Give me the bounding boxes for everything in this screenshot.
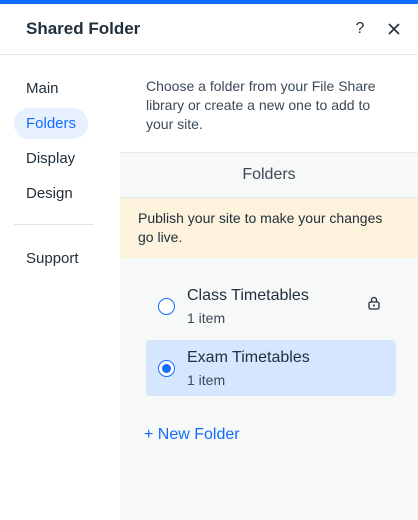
folder-name: Class Timetables (187, 286, 309, 304)
lock-icon (368, 296, 380, 310)
folder-item-exam-timetables[interactable]: Exam Timetables 1 item (146, 340, 396, 396)
panel-title: Shared Folder (26, 19, 141, 38)
intro-text: Choose a folder from your File Share lib… (120, 59, 418, 153)
new-folder-button[interactable]: + New Folder (144, 426, 240, 444)
close-icon (388, 23, 400, 35)
folders-content: Choose a folder from your File Share lib… (120, 59, 418, 520)
sidebar-nav: Main Folders Display Design Support (0, 59, 120, 520)
sidebar-item-support[interactable]: Support (14, 243, 91, 274)
folder-name: Exam Timetables (187, 348, 310, 366)
folder-radio[interactable] (158, 297, 175, 315)
folder-item-count: 1 item (187, 309, 226, 326)
folder-item-class-timetables[interactable]: Class Timetables 1 item (146, 278, 396, 334)
sidebar-item-main[interactable]: Main (14, 73, 71, 104)
shared-folder-panel: Shared Folder ? Main Folders Display Des… (0, 0, 418, 520)
folder-item-count: 1 item (187, 371, 226, 388)
panel-header: Shared Folder ? (0, 4, 418, 55)
sidebar-item-display[interactable]: Display (14, 143, 87, 174)
question-mark-icon: ? (355, 20, 365, 37)
sidebar-divider (14, 224, 94, 225)
sidebar-item-design[interactable]: Design (14, 178, 85, 209)
folder-radio-selected[interactable] (158, 359, 175, 377)
folder-list: Class Timetables 1 item Exam Timetables … (120, 258, 418, 396)
publish-notice: Publish your site to make your changes g… (120, 198, 418, 258)
sidebar-item-folders[interactable]: Folders (14, 108, 89, 139)
help-button[interactable]: ? (350, 19, 370, 39)
section-title-folders: Folders (120, 153, 418, 198)
close-button[interactable] (384, 19, 404, 39)
